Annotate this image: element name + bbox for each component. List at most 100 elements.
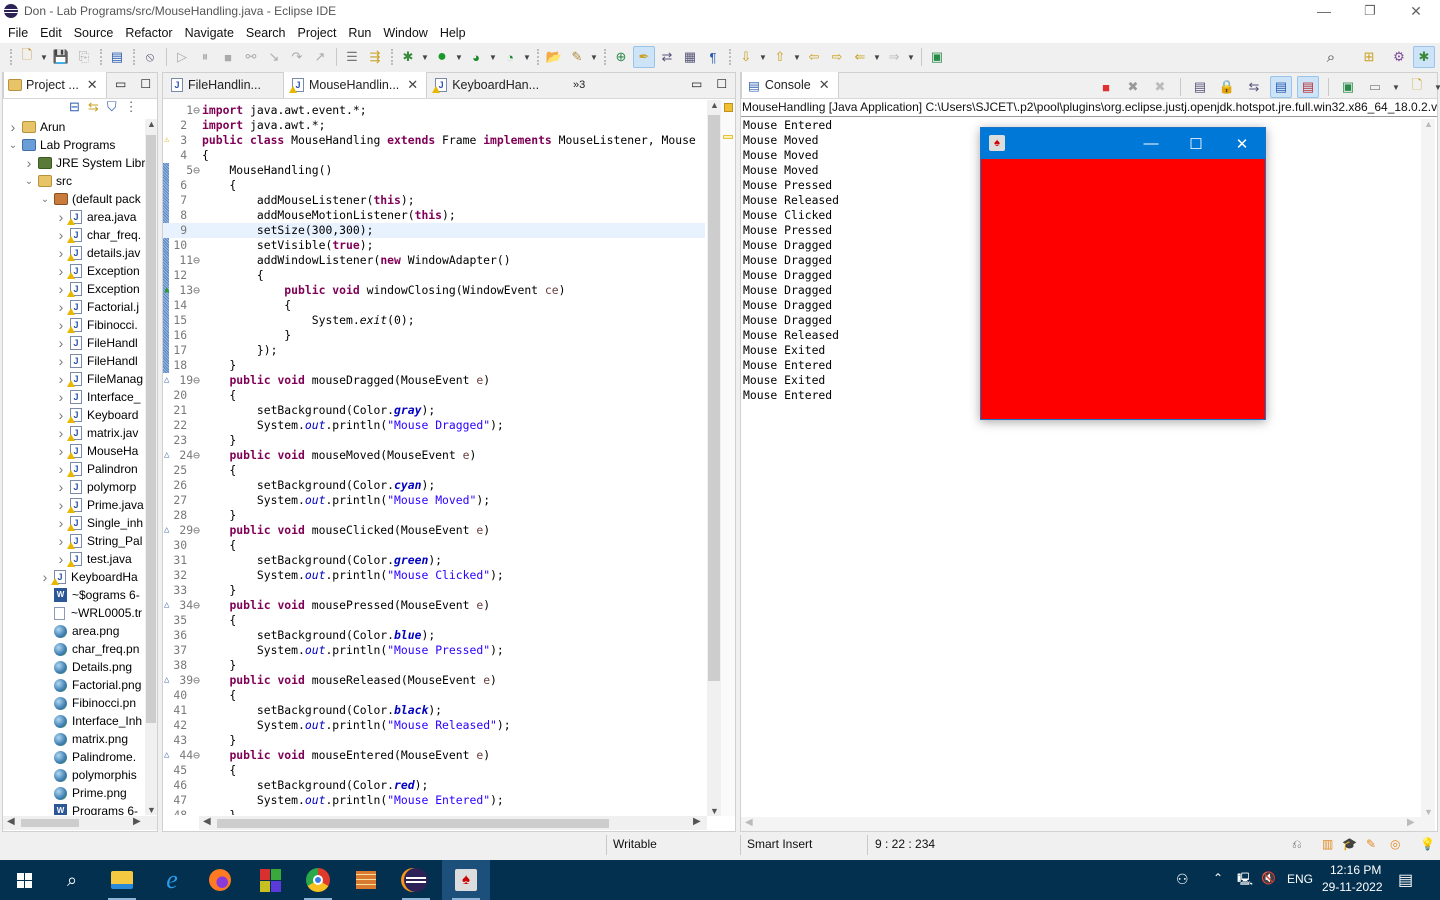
tree-item[interactable]: W Programs 6-: [39, 802, 138, 815]
tab-filehandling[interactable]: J FileHandlin...: [163, 72, 269, 98]
step-over-icon[interactable]: ↷: [286, 46, 308, 68]
tree-item[interactable]: › J String_Pal: [55, 532, 142, 550]
tree-item[interactable]: Details.png: [39, 658, 132, 676]
coverage-dropdown-icon[interactable]: ▼: [488, 46, 498, 68]
chevron-right-icon[interactable]: ›: [55, 263, 67, 279]
display-console-icon[interactable]: ▭: [1364, 76, 1386, 98]
resume-icon[interactable]: ▷: [171, 46, 193, 68]
tree-item[interactable]: polymorphis: [39, 766, 137, 784]
implements-marker-icon[interactable]: △: [164, 373, 169, 388]
chevron-right-icon[interactable]: ›: [55, 389, 67, 405]
scroll-left-icon[interactable]: ◀: [7, 816, 15, 827]
tree-item[interactable]: ⌄ (default pack: [39, 190, 141, 208]
scroll-right-icon[interactable]: ▶: [693, 816, 701, 827]
code-line[interactable]: 29⊖ △ public void mouseClicked(MouseEvent…: [163, 523, 705, 538]
editor-vertical-scrollbar[interactable]: ▲ ▼: [707, 100, 721, 816]
code-line[interactable]: 11⊖ addWindowListener(new WindowAdapter(…: [163, 253, 705, 268]
code-line[interactable]: 26 setBackground(Color.cyan);: [163, 478, 705, 493]
new-dropdown-icon[interactable]: ▼: [39, 46, 49, 68]
code-line[interactable]: 1⊖ import java.awt.event.*;: [163, 103, 705, 118]
previous-annotation-dropdown-icon[interactable]: ▼: [792, 46, 802, 68]
code-line[interactable]: 17 });: [163, 343, 705, 358]
chevron-right-icon[interactable]: ›: [55, 425, 67, 441]
show-on-stdout-icon[interactable]: ▤: [1270, 76, 1292, 98]
menu-run[interactable]: Run: [348, 26, 371, 40]
scroll-up-icon[interactable]: ▲: [147, 119, 156, 129]
tree-item[interactable]: Prime.png: [39, 784, 127, 802]
chevron-right-icon[interactable]: ›: [55, 227, 67, 243]
pin-console-icon[interactable]: ▣: [1337, 76, 1359, 98]
tree-item[interactable]: › J Palindron: [55, 460, 138, 478]
next-annotation-dropdown-icon[interactable]: ▼: [758, 46, 768, 68]
firewall-app-taskbar-icon[interactable]: [342, 860, 390, 900]
menu-search[interactable]: Search: [246, 26, 286, 40]
tree-item[interactable]: › J Prime.java: [55, 496, 144, 514]
terminate-icon[interactable]: ■: [217, 46, 239, 68]
menu-edit[interactable]: Edit: [40, 26, 62, 40]
open-console-dropdown-icon[interactable]: ▼: [1433, 76, 1440, 98]
run-icon[interactable]: ●: [431, 46, 453, 68]
show-on-stderr-icon[interactable]: ▤: [1297, 76, 1319, 98]
code-line[interactable]: 16 }: [163, 328, 705, 343]
scroll-right-icon[interactable]: ▶: [133, 816, 141, 827]
overview-ruler[interactable]: [721, 100, 735, 816]
menu-project[interactable]: Project: [298, 26, 337, 40]
chevron-right-icon[interactable]: ›: [55, 443, 67, 459]
console-vertical-scrollbar[interactable]: ▲ ▼: [1421, 119, 1435, 817]
chevron-right-icon[interactable]: ›: [55, 281, 67, 297]
code-line[interactable]: 15 System.exit(0);: [163, 313, 705, 328]
menu-window[interactable]: Window: [383, 26, 427, 40]
tree-item[interactable]: char_freq.pn: [39, 640, 139, 658]
code-line[interactable]: 44⊖ △ public void mouseEntered(MouseEvent…: [163, 748, 705, 763]
code-line[interactable]: 35 {: [163, 613, 705, 628]
tree-item[interactable]: Interface_Inh: [39, 712, 142, 730]
tree-item[interactable]: › J Exception: [55, 262, 140, 280]
forward-edit-icon[interactable]: ⇨: [826, 46, 848, 68]
editor-scroll-thumb[interactable]: [708, 115, 720, 681]
code-line[interactable]: 10 setVisible(true);: [163, 238, 705, 253]
code-line[interactable]: 22 System.out.println("Mouse Dragged");: [163, 418, 705, 433]
java-app-taskbar-icon[interactable]: ♠: [442, 860, 490, 900]
previous-annotation-icon[interactable]: ⇧: [769, 46, 791, 68]
people-icon[interactable]: ⚇: [1176, 871, 1189, 888]
implements-marker-icon[interactable]: △: [164, 748, 169, 763]
implements-marker-icon[interactable]: △: [164, 448, 169, 463]
code-line[interactable]: 47 System.out.println("Mouse Entered");: [163, 793, 705, 808]
chevron-right-icon[interactable]: ›: [55, 371, 67, 387]
remove-launch-icon[interactable]: ✖: [1122, 76, 1144, 98]
tree-item[interactable]: › J Keyboard: [55, 406, 138, 424]
block-selection-icon[interactable]: ▦: [679, 46, 701, 68]
save-icon[interactable]: 💾: [50, 46, 72, 68]
firefox-taskbar-icon[interactable]: [196, 860, 244, 900]
clock-date[interactable]: 29-11-2022: [1322, 880, 1383, 894]
pin-editor-icon[interactable]: ▣: [926, 46, 948, 68]
frame-maximize-button[interactable]: ☐: [1173, 128, 1219, 159]
scroll-down-icon[interactable]: ▼: [1424, 807, 1433, 817]
minimize-editor-icon[interactable]: ▭: [691, 77, 702, 91]
menu-source[interactable]: Source: [74, 26, 114, 40]
tutorials-icon[interactable]: 🎓: [1342, 837, 1357, 851]
chevron-right-icon[interactable]: ›: [39, 569, 51, 585]
tree-item[interactable]: ~WRL0005.tr: [39, 604, 142, 622]
terminal-icon[interactable]: ▤: [106, 46, 128, 68]
eclipse-taskbar-icon[interactable]: [392, 860, 440, 900]
remove-all-terminated-icon[interactable]: ✖: [1149, 76, 1171, 98]
start-button[interactable]: [0, 860, 48, 900]
last-edit-location-icon[interactable]: ⇦: [803, 46, 825, 68]
implements-marker-icon[interactable]: △: [164, 673, 169, 688]
code-line[interactable]: 23 }: [163, 433, 705, 448]
menu-file[interactable]: File: [8, 26, 28, 40]
tab-console[interactable]: ▤ Console ✕: [741, 72, 839, 98]
warning-lightbulb-icon[interactable]: ⚠: [164, 133, 169, 148]
tree-item[interactable]: › J FileManag: [55, 370, 143, 388]
tree-item[interactable]: › Jdetails.jav: [55, 244, 140, 262]
code-line[interactable]: 28 }: [163, 508, 705, 523]
code-line[interactable]: 36 setBackground(Color.blue);: [163, 628, 705, 643]
drop-to-frame-icon[interactable]: ☰: [341, 46, 363, 68]
action-center-icon[interactable]: ▤: [1398, 870, 1413, 890]
code-line[interactable]: 32 System.out.println("Mouse Clicked");: [163, 568, 705, 583]
tree-item[interactable]: › J FileHandl: [55, 334, 138, 352]
minimize-button[interactable]: —: [1301, 0, 1347, 22]
toggle-mark-occurrences-icon[interactable]: ✒: [633, 46, 655, 68]
tip-of-day-icon[interactable]: 💡: [1420, 837, 1435, 851]
